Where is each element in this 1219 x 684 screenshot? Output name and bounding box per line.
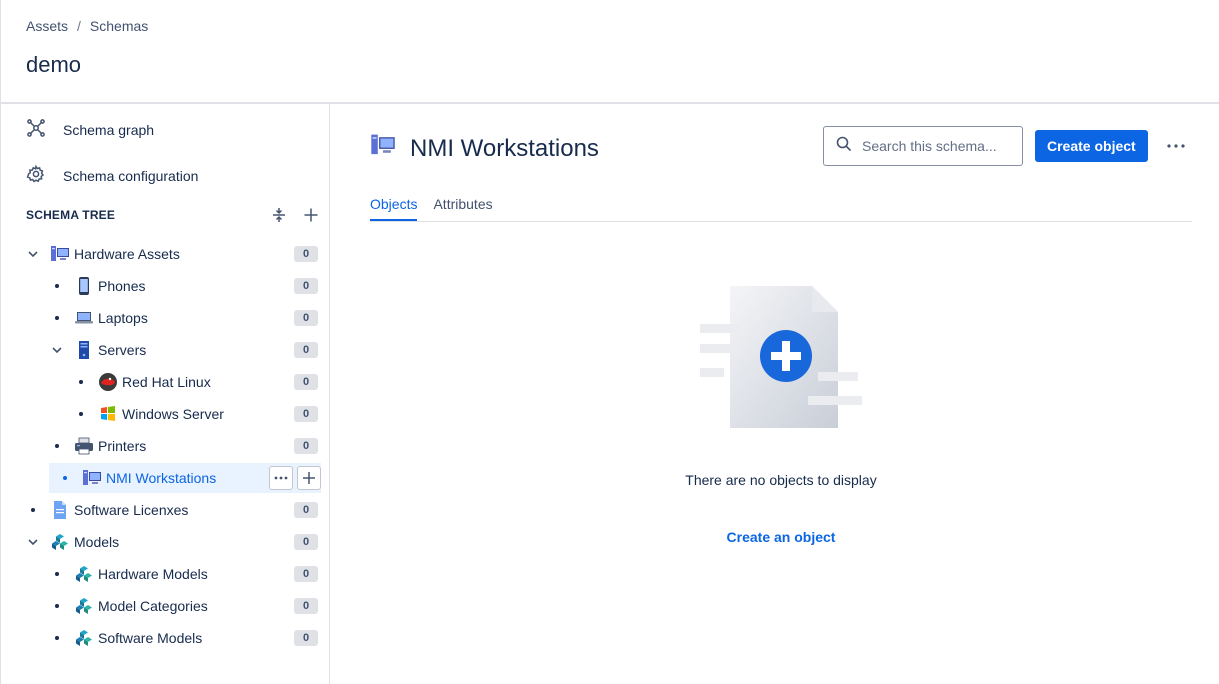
tree-item-label: Red Hat Linux <box>122 374 211 390</box>
object-count-badge: 0 <box>294 502 318 518</box>
tree-item-phones[interactable]: Phones 0 <box>21 271 321 301</box>
schema-tree-header: SCHEMA TREE <box>26 205 321 225</box>
tree-item-label: Hardware Assets <box>74 246 180 262</box>
object-type-header: NMI Workstations <box>370 132 599 165</box>
tree-item-model-categories[interactable]: Model Categories 0 <box>21 591 321 621</box>
add-object-type-icon[interactable] <box>301 205 321 225</box>
breadcrumb-separator: / <box>77 18 81 34</box>
tree-item-label: Software Models <box>98 630 203 646</box>
tree-item-software-models[interactable]: Software Models 0 <box>21 623 321 653</box>
object-type-title: NMI Workstations <box>410 134 599 162</box>
bullet-icon <box>45 594 69 618</box>
tree-item-label: Phones <box>98 278 146 294</box>
more-actions-button[interactable] <box>269 466 293 490</box>
tab-objects[interactable]: Objects <box>370 196 418 221</box>
schema-tree-title: SCHEMA TREE <box>26 208 116 222</box>
bullet-icon <box>45 306 69 330</box>
breadcrumb-schemas[interactable]: Schemas <box>90 18 148 34</box>
windows-icon <box>98 404 118 424</box>
object-count-badge: 0 <box>294 630 318 646</box>
sidebar: Schema graph Schema configuration SCHEMA… <box>0 104 330 684</box>
object-count-badge: 0 <box>294 246 318 262</box>
tree-item-label: Model Categories <box>98 598 208 614</box>
bullet-icon <box>21 498 45 522</box>
server-icon <box>74 340 94 360</box>
object-count-badge: 0 <box>294 438 318 454</box>
schema-graph-link[interactable]: Schema graph <box>26 118 154 141</box>
add-child-button[interactable] <box>297 466 321 490</box>
tree-item-label: Hardware Models <box>98 566 208 582</box>
schema-search[interactable] <box>823 126 1023 166</box>
bullet-icon <box>45 626 69 650</box>
workstation-icon <box>50 244 70 264</box>
breadcrumb: Assets / Schemas <box>26 18 148 34</box>
bullet-icon <box>45 562 69 586</box>
empty-state-illustration <box>700 284 862 430</box>
tree-item-label: Software Licenxes <box>74 502 189 518</box>
models-icon <box>74 628 94 648</box>
more-options-icon[interactable] <box>1164 132 1188 160</box>
search-input[interactable] <box>862 138 1012 154</box>
tab-attributes[interactable]: Attributes <box>433 196 492 221</box>
tree-item-servers[interactable]: Servers 0 <box>21 335 321 365</box>
models-icon <box>74 596 94 616</box>
tree-item-windows-server[interactable]: Windows Server 0 <box>21 399 321 429</box>
workstation-icon <box>82 468 102 488</box>
tree-item-red-hat-linux[interactable]: Red Hat Linux 0 <box>21 367 321 397</box>
object-count-badge: 0 <box>294 534 318 550</box>
create-object-button[interactable]: Create object <box>1035 130 1148 162</box>
tree-item-label: NMI Workstations <box>106 470 217 486</box>
bullet-icon <box>69 370 93 394</box>
breadcrumb-assets[interactable]: Assets <box>26 18 68 34</box>
bullet-icon <box>53 466 77 490</box>
phone-icon <box>74 276 94 296</box>
document-icon <box>50 500 70 520</box>
tree-item-label: Printers <box>98 438 147 454</box>
main-panel: NMI Workstations Create object Objects A… <box>370 104 1192 684</box>
page-header: Assets / Schemas demo <box>0 0 1219 104</box>
tree-item-laptops[interactable]: Laptops 0 <box>21 303 321 333</box>
bullet-icon <box>69 402 93 426</box>
redhat-icon <box>98 372 118 392</box>
tree-item-printers[interactable]: Printers 0 <box>21 431 321 461</box>
chevron-down-icon[interactable] <box>21 530 45 554</box>
chevron-down-icon[interactable] <box>45 338 69 362</box>
create-an-object-link[interactable]: Create an object <box>370 529 1192 545</box>
printer-icon <box>74 436 94 456</box>
workstation-icon <box>370 132 396 165</box>
tree-item-label: Windows Server <box>122 406 224 422</box>
graph-icon <box>26 118 46 141</box>
object-count-badge: 0 <box>294 374 318 390</box>
models-icon <box>74 564 94 584</box>
object-count-badge: 0 <box>294 406 318 422</box>
tree-item-label: Models <box>74 534 120 550</box>
object-count-badge: 0 <box>294 342 318 358</box>
tree-item-nmi-workstations[interactable]: NMI Workstations <box>49 463 321 493</box>
tree-item-hardware-assets[interactable]: Hardware Assets 0 <box>21 239 321 269</box>
schema-configuration-link[interactable]: Schema configuration <box>26 164 198 187</box>
schema-graph-label: Schema graph <box>63 121 155 138</box>
bullet-icon <box>45 274 69 298</box>
models-icon <box>50 532 70 552</box>
object-count-badge: 0 <box>294 566 318 582</box>
page-title: demo <box>26 52 82 77</box>
schema-configuration-label: Schema configuration <box>63 167 199 184</box>
tree-item-label: Laptops <box>98 310 148 326</box>
chevron-down-icon[interactable] <box>21 242 45 266</box>
object-count-badge: 0 <box>294 278 318 294</box>
search-icon <box>836 136 852 157</box>
object-count-badge: 0 <box>294 310 318 326</box>
tree-item-models[interactable]: Models 0 <box>21 527 321 557</box>
gear-icon <box>26 164 46 187</box>
object-count-badge: 0 <box>294 598 318 614</box>
tree-item-software-licenxes[interactable]: Software Licenxes 0 <box>21 495 321 525</box>
laptop-icon <box>74 308 94 328</box>
bullet-icon <box>45 434 69 458</box>
collapse-all-icon[interactable] <box>269 205 289 225</box>
empty-state-message: There are no objects to display <box>685 472 877 488</box>
tree-item-label: Servers <box>98 342 147 358</box>
tree-item-hardware-models[interactable]: Hardware Models 0 <box>21 559 321 589</box>
tab-bar: Objects Attributes <box>370 196 1192 222</box>
